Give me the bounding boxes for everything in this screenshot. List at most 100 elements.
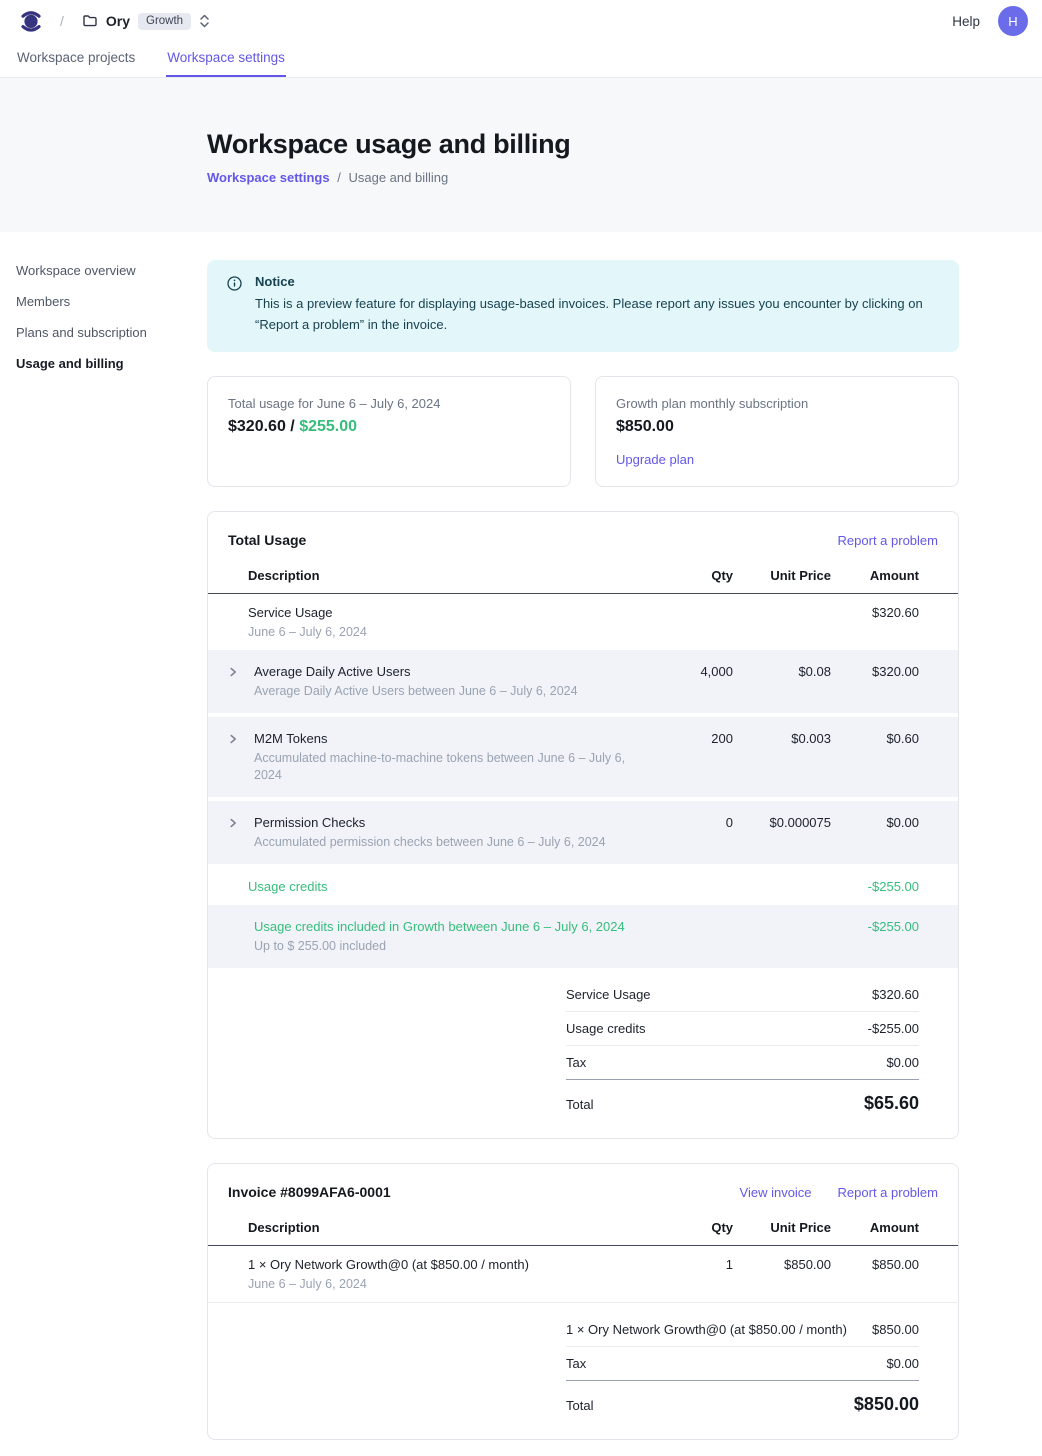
sidebar-item-usage-and-billing[interactable]: Usage and billing xyxy=(16,351,195,376)
row-unit-price: $0.000075 xyxy=(733,808,831,838)
summary-row-tax: Tax $0.00 xyxy=(566,1046,919,1080)
workspace-switcher[interactable]: Ory Growth xyxy=(82,13,210,30)
table-row-m2m-tokens: M2M Tokens Accumulated machine-to-machin… xyxy=(208,717,958,797)
breadcrumb-separator: / xyxy=(60,13,64,29)
row-amount: -$255.00 xyxy=(831,878,919,896)
total-label: Total xyxy=(566,1398,854,1413)
invoice-card: Invoice #8099AFA6-0001 View invoice Repo… xyxy=(207,1163,959,1440)
tab-workspace-settings[interactable]: Workspace settings xyxy=(166,42,286,77)
folder-icon xyxy=(82,13,98,29)
table-row-usage-credits: Usage credits -$255.00 xyxy=(208,868,958,905)
table-row-service-usage: Service Usage June 6 – July 6, 2024 $320… xyxy=(208,594,958,650)
summary-row-line-item: 1 × Ory Network Growth@0 (at $850.00 / m… xyxy=(566,1313,919,1347)
total-label: Total xyxy=(566,1097,864,1112)
notice-title: Notice xyxy=(255,274,939,289)
invoice-title: Invoice #8099AFA6-0001 xyxy=(228,1184,740,1200)
chevron-right-icon[interactable] xyxy=(227,808,254,829)
row-qty: 0 xyxy=(653,808,733,838)
usage-period-label: Total usage for June 6 – July 6, 2024 xyxy=(228,396,550,411)
row-amount: $0.60 xyxy=(831,724,919,754)
usage-amount-included: $255.00 xyxy=(299,418,357,435)
row-title: Average Daily Active Users xyxy=(254,663,653,681)
row-title: Usage credits xyxy=(248,878,653,896)
row-period: June 6 – July 6, 2024 xyxy=(248,1276,653,1293)
info-icon xyxy=(227,276,242,336)
summary-value: -$255.00 xyxy=(868,1021,919,1036)
summary-row-total: Total $65.60 xyxy=(566,1080,919,1114)
row-title: Service Usage xyxy=(248,604,653,622)
row-qty: 4,000 xyxy=(653,657,733,687)
row-amount: $320.60 xyxy=(831,604,919,622)
usage-amount-separator: / xyxy=(290,418,294,435)
sidebar-item-plans-and-subscription[interactable]: Plans and subscription xyxy=(16,320,195,345)
report-a-problem-link[interactable]: Report a problem xyxy=(838,533,938,548)
row-note: Up to $ 255.00 included xyxy=(254,938,653,955)
view-invoice-link[interactable]: View invoice xyxy=(740,1185,812,1200)
report-a-problem-link[interactable]: Report a problem xyxy=(838,1185,938,1200)
row-description: Accumulated machine-to-machine tokens be… xyxy=(254,750,653,784)
summary-value: $850.00 xyxy=(872,1322,919,1337)
subscription-stat-card: Growth plan monthly subscription $850.00… xyxy=(595,376,959,487)
breadcrumb-link-workspace-settings[interactable]: Workspace settings xyxy=(207,170,330,185)
settings-sidebar: Workspace overview Members Plans and sub… xyxy=(0,232,207,382)
usage-summary: Service Usage $320.60 Usage credits -$25… xyxy=(566,978,919,1114)
row-title: Permission Checks xyxy=(254,814,653,832)
column-amount: Amount xyxy=(831,1220,919,1235)
hero-band: Workspace usage and billing Workspace se… xyxy=(0,78,1042,232)
summary-row-total: Total $850.00 xyxy=(566,1381,919,1415)
column-unit-price: Unit Price xyxy=(733,1220,831,1235)
row-period: June 6 – July 6, 2024 xyxy=(248,624,653,641)
column-description: Description xyxy=(248,1220,653,1235)
row-description: Accumulated permission checks between Ju… xyxy=(254,834,653,851)
column-unit-price: Unit Price xyxy=(733,568,831,583)
usage-amount-used: $320.60 xyxy=(228,418,286,435)
total-usage-card: Total Usage Report a problem Description… xyxy=(207,511,959,1139)
total-value: $65.60 xyxy=(864,1093,919,1114)
avatar[interactable]: H xyxy=(998,6,1028,36)
total-value: $850.00 xyxy=(854,1394,919,1415)
column-qty: Qty xyxy=(653,1220,733,1235)
summary-value: $320.60 xyxy=(872,987,919,1002)
usage-amount: $320.60 / $255.00 xyxy=(228,418,550,436)
page-title: Workspace usage and billing xyxy=(207,129,1042,160)
row-title: M2M Tokens xyxy=(254,730,653,748)
summary-label: Usage credits xyxy=(566,1021,868,1036)
notice-banner: Notice This is a preview feature for dis… xyxy=(207,260,959,352)
notice-body: This is a preview feature for displaying… xyxy=(255,294,939,336)
upgrade-plan-link[interactable]: Upgrade plan xyxy=(616,452,694,467)
column-description: Description xyxy=(248,568,653,583)
table-header: Description Qty Unit Price Amount xyxy=(208,1220,958,1246)
ory-logo-icon xyxy=(18,8,44,34)
ory-logo[interactable] xyxy=(18,8,44,34)
row-title: Usage credits included in Growth between… xyxy=(254,918,653,936)
row-qty: 1 xyxy=(653,1256,733,1274)
avatar-initial: H xyxy=(1008,14,1017,29)
row-amount: -$255.00 xyxy=(831,912,919,942)
row-qty: 200 xyxy=(653,724,733,754)
row-unit-price: $850.00 xyxy=(733,1256,831,1274)
main-content: Notice This is a preview feature for dis… xyxy=(207,232,959,1456)
table-row-usage-credits-detail: Usage credits included in Growth between… xyxy=(208,905,958,968)
summary-row-tax: Tax $0.00 xyxy=(566,1347,919,1381)
table-row-permission-checks: Permission Checks Accumulated permission… xyxy=(208,801,958,864)
subscription-label: Growth plan monthly subscription xyxy=(616,396,938,411)
summary-label: Tax xyxy=(566,1055,886,1070)
sidebar-item-members[interactable]: Members xyxy=(16,289,195,314)
help-link[interactable]: Help xyxy=(952,14,980,29)
chevron-right-icon[interactable] xyxy=(227,724,254,745)
workspace-tabbar: Workspace projects Workspace settings xyxy=(0,42,1042,78)
chevron-right-icon[interactable] xyxy=(227,657,254,678)
sidebar-item-workspace-overview[interactable]: Workspace overview xyxy=(16,258,195,283)
row-unit-price: $0.08 xyxy=(733,657,831,687)
row-amount: $320.00 xyxy=(831,657,919,687)
subscription-amount: $850.00 xyxy=(616,418,938,436)
summary-label: Tax xyxy=(566,1356,886,1371)
row-amount: $850.00 xyxy=(831,1256,919,1274)
summary-row-usage-credits: Usage credits -$255.00 xyxy=(566,1012,919,1046)
row-title: 1 × Ory Network Growth@0 (at $850.00 / m… xyxy=(248,1256,653,1274)
tab-workspace-projects[interactable]: Workspace projects xyxy=(16,42,136,77)
workspace-plan-badge: Growth xyxy=(138,13,191,30)
top-navigation: / Ory Growth Help H xyxy=(0,0,1042,42)
breadcrumb: Workspace settings / Usage and billing xyxy=(207,170,1042,185)
summary-label: 1 × Ory Network Growth@0 (at $850.00 / m… xyxy=(566,1322,872,1337)
